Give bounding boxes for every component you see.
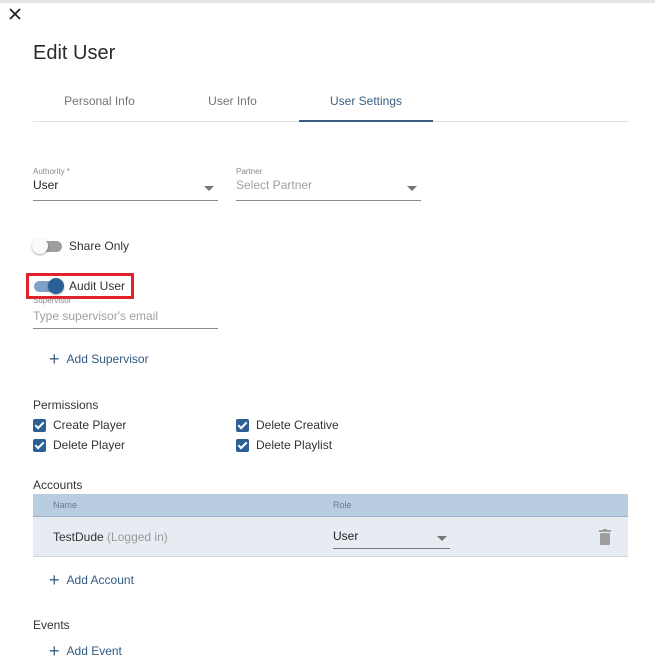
trash-icon <box>599 529 611 545</box>
checkbox-checked-icon <box>236 418 249 432</box>
tab-user-settings[interactable]: User Settings <box>299 84 433 122</box>
add-account-label: Add Account <box>66 573 134 587</box>
authority-value: User <box>33 178 59 192</box>
permissions-title: Permissions <box>33 398 99 412</box>
logged-in-note: (Logged in) <box>107 530 168 544</box>
checkbox-checked-icon <box>33 438 46 452</box>
events-title: Events <box>33 618 70 632</box>
partner-select[interactable]: Partner Select Partner <box>236 167 421 201</box>
add-supervisor-label: Add Supervisor <box>66 352 149 366</box>
column-header-role: Role <box>333 500 352 510</box>
chevron-down-icon <box>204 186 214 191</box>
dialog-title: Edit User <box>33 42 116 64</box>
plus-icon: + <box>49 641 60 661</box>
tab-bar: Personal Info User Info User Settings <box>33 84 629 122</box>
supervisor-input[interactable]: Supervisor Type supervisor's email <box>33 298 218 329</box>
share-only-label: Share Only <box>69 239 130 253</box>
accounts-table: Name Role TestDude (Logged in) User <box>33 494 628 557</box>
partner-label: Partner <box>236 167 263 176</box>
close-icon <box>9 8 21 20</box>
supervisor-label: Supervisor <box>33 298 72 305</box>
account-name-text: TestDude <box>53 530 104 544</box>
permission-delete-creative-checkbox[interactable]: Delete Creative <box>236 418 339 432</box>
permission-label: Delete Creative <box>256 418 339 432</box>
permission-label: Delete Player <box>53 438 126 452</box>
checkbox-checked-icon <box>236 438 249 452</box>
toggle-knob <box>32 238 48 254</box>
plus-icon: + <box>49 570 60 590</box>
share-only-toggle[interactable] <box>32 238 64 254</box>
checkbox-checked-icon <box>33 418 46 432</box>
table-row: TestDude (Logged in) User <box>33 517 628 557</box>
plus-icon: + <box>49 349 60 369</box>
tab-user-info[interactable]: User Info <box>166 84 299 121</box>
chevron-down-icon <box>437 536 447 541</box>
partner-underline <box>236 200 421 201</box>
supervisor-placeholder: Type supervisor's email <box>33 309 159 323</box>
role-select[interactable]: User <box>333 527 450 549</box>
chevron-down-icon <box>407 186 417 191</box>
partner-placeholder: Select Partner <box>236 178 313 192</box>
authority-select[interactable]: Authority * User <box>33 167 218 201</box>
permission-label: Delete Playlist <box>256 438 333 452</box>
add-account-button[interactable]: + Add Account <box>49 570 134 590</box>
tab-personal-info[interactable]: Personal Info <box>33 84 166 121</box>
supervisor-underline <box>33 328 218 329</box>
authority-label: Authority * <box>33 167 70 176</box>
role-value: User <box>333 529 359 543</box>
close-button[interactable] <box>7 6 23 22</box>
permission-delete-playlist-checkbox[interactable]: Delete Playlist <box>236 438 332 452</box>
highlight-box <box>26 273 134 299</box>
account-name: TestDude (Logged in) <box>53 530 168 544</box>
top-border <box>0 0 655 3</box>
add-supervisor-button[interactable]: + Add Supervisor <box>49 349 149 369</box>
permission-label: Create Player <box>53 418 127 432</box>
permission-create-player-checkbox[interactable]: Create Player <box>33 418 126 432</box>
table-header: Name Role <box>33 494 628 517</box>
delete-account-button[interactable] <box>599 529 611 545</box>
role-underline <box>333 548 450 549</box>
accounts-title: Accounts <box>33 478 83 492</box>
authority-underline <box>33 200 218 201</box>
permission-delete-player-checkbox[interactable]: Delete Player <box>33 438 125 452</box>
column-header-name: Name <box>53 500 78 510</box>
add-event-label: Add Event <box>66 644 122 658</box>
add-event-button[interactable]: + Add Event <box>49 641 122 661</box>
